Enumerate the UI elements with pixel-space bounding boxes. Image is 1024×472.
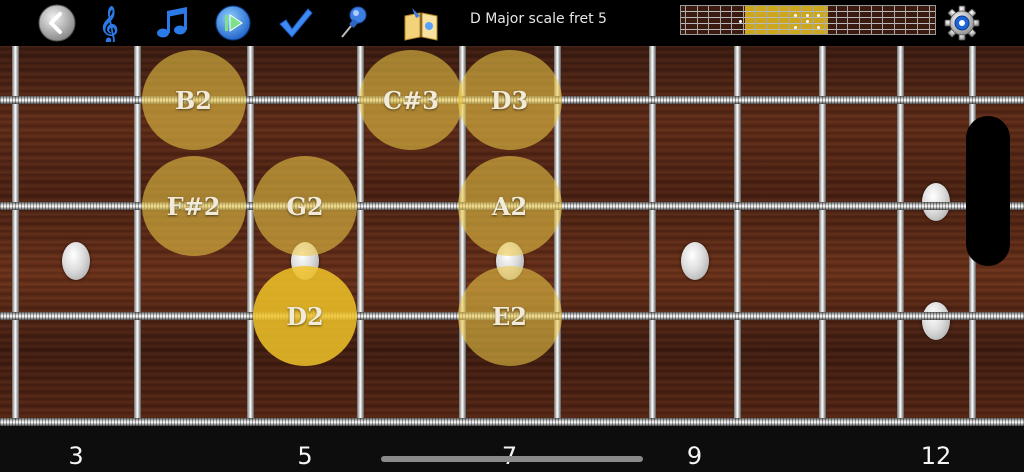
fretboard-minimap[interactable] xyxy=(680,5,936,35)
fret-number-label: 12 xyxy=(920,442,952,470)
minimap-fret xyxy=(824,6,826,34)
minimap-note-dot xyxy=(739,20,742,23)
minimap-note-dot xyxy=(794,14,797,17)
minimap-fret xyxy=(835,6,837,34)
back-icon xyxy=(38,4,76,42)
music-note-button[interactable] xyxy=(152,4,190,42)
minimap-fret xyxy=(928,6,930,34)
note-marker[interactable]: D2 xyxy=(253,266,357,366)
treble-clef-button[interactable]: 𝄞 xyxy=(90,4,128,42)
minimap-fret xyxy=(719,6,721,34)
svg-text:𝄞: 𝄞 xyxy=(100,5,119,42)
minimap-fret xyxy=(882,6,884,34)
minimap-fret xyxy=(708,6,710,34)
book-button[interactable] xyxy=(402,4,440,42)
minimap-fret xyxy=(731,6,733,34)
fretboard-scroll-handle[interactable] xyxy=(966,116,1010,266)
minimap-fret xyxy=(743,6,744,34)
minimap-fret xyxy=(847,6,849,34)
minimap-fret xyxy=(812,6,814,34)
note-label: B2 xyxy=(175,85,212,115)
page-title: D Major scale fret 5 xyxy=(470,11,607,27)
note-marker[interactable]: F#2 xyxy=(141,156,246,256)
note-label: D2 xyxy=(286,301,324,331)
back-button[interactable] xyxy=(38,4,76,42)
book-icon xyxy=(404,8,438,41)
minimap-fret xyxy=(859,6,860,34)
note-label: D3 xyxy=(490,85,529,115)
minimap-fret xyxy=(685,6,686,34)
minimap-note-dot xyxy=(817,14,820,17)
note-label: E2 xyxy=(492,301,527,331)
minimap-note-dot xyxy=(817,26,820,29)
minimap-fret xyxy=(696,6,698,34)
fret-inlay-dot xyxy=(680,242,709,280)
minimap-fret xyxy=(777,6,779,34)
home-indicator[interactable] xyxy=(381,456,643,462)
fret-number-label: 5 xyxy=(297,442,313,470)
top-toolbar: 𝄞 D Major scale fret 5 xyxy=(0,0,1024,46)
fret-number-label: 9 xyxy=(686,442,703,470)
check-button[interactable] xyxy=(276,4,314,42)
minimap-fret xyxy=(789,6,791,34)
play-button[interactable] xyxy=(214,4,252,42)
note-label: G2 xyxy=(286,191,324,221)
treble-clef-icon: 𝄞 xyxy=(100,5,119,42)
note-marker[interactable]: G2 xyxy=(253,156,357,256)
minimap-fret xyxy=(905,6,907,34)
note-marker[interactable]: B2 xyxy=(141,50,246,150)
note-marker[interactable]: A2 xyxy=(457,156,562,256)
note-marker[interactable]: E2 xyxy=(457,266,562,366)
play-icon xyxy=(215,5,251,41)
note-marker[interactable]: D3 xyxy=(457,50,562,150)
note-label: C#3 xyxy=(383,85,439,115)
string-e[interactable] xyxy=(0,418,1024,426)
checkmark-icon xyxy=(279,8,313,38)
pushpin-icon xyxy=(341,6,367,38)
gear-icon xyxy=(944,5,980,41)
minimap-fret xyxy=(870,6,872,34)
minimap-fret xyxy=(766,6,768,34)
minimap-note-dot xyxy=(806,14,809,17)
pin-button[interactable] xyxy=(336,4,374,42)
minimap-fret xyxy=(917,6,918,34)
app-window: 𝄞 D Major scale fret 5 B2 C#3 D3 F#2 G2 … xyxy=(0,0,1024,472)
note-label: A2 xyxy=(491,191,528,221)
music-note-icon xyxy=(157,7,187,38)
fret-inlay-dot xyxy=(922,302,950,340)
minimap-fret xyxy=(754,6,756,34)
note-label: F#2 xyxy=(166,191,221,221)
minimap-fret xyxy=(801,6,802,34)
minimap-note-dot xyxy=(794,26,797,29)
minimap-note-dot xyxy=(806,20,809,23)
settings-button[interactable] xyxy=(943,4,981,42)
minimap-fret xyxy=(893,6,895,34)
fret-number-bar: 357912 xyxy=(0,426,1024,472)
fret-inlay-dot xyxy=(62,242,90,280)
fretboard[interactable]: B2 C#3 D3 F#2 G2 A2 D2 E2 xyxy=(0,46,1024,426)
fret-number-label: 3 xyxy=(68,442,84,470)
note-marker[interactable]: C#3 xyxy=(359,50,463,150)
